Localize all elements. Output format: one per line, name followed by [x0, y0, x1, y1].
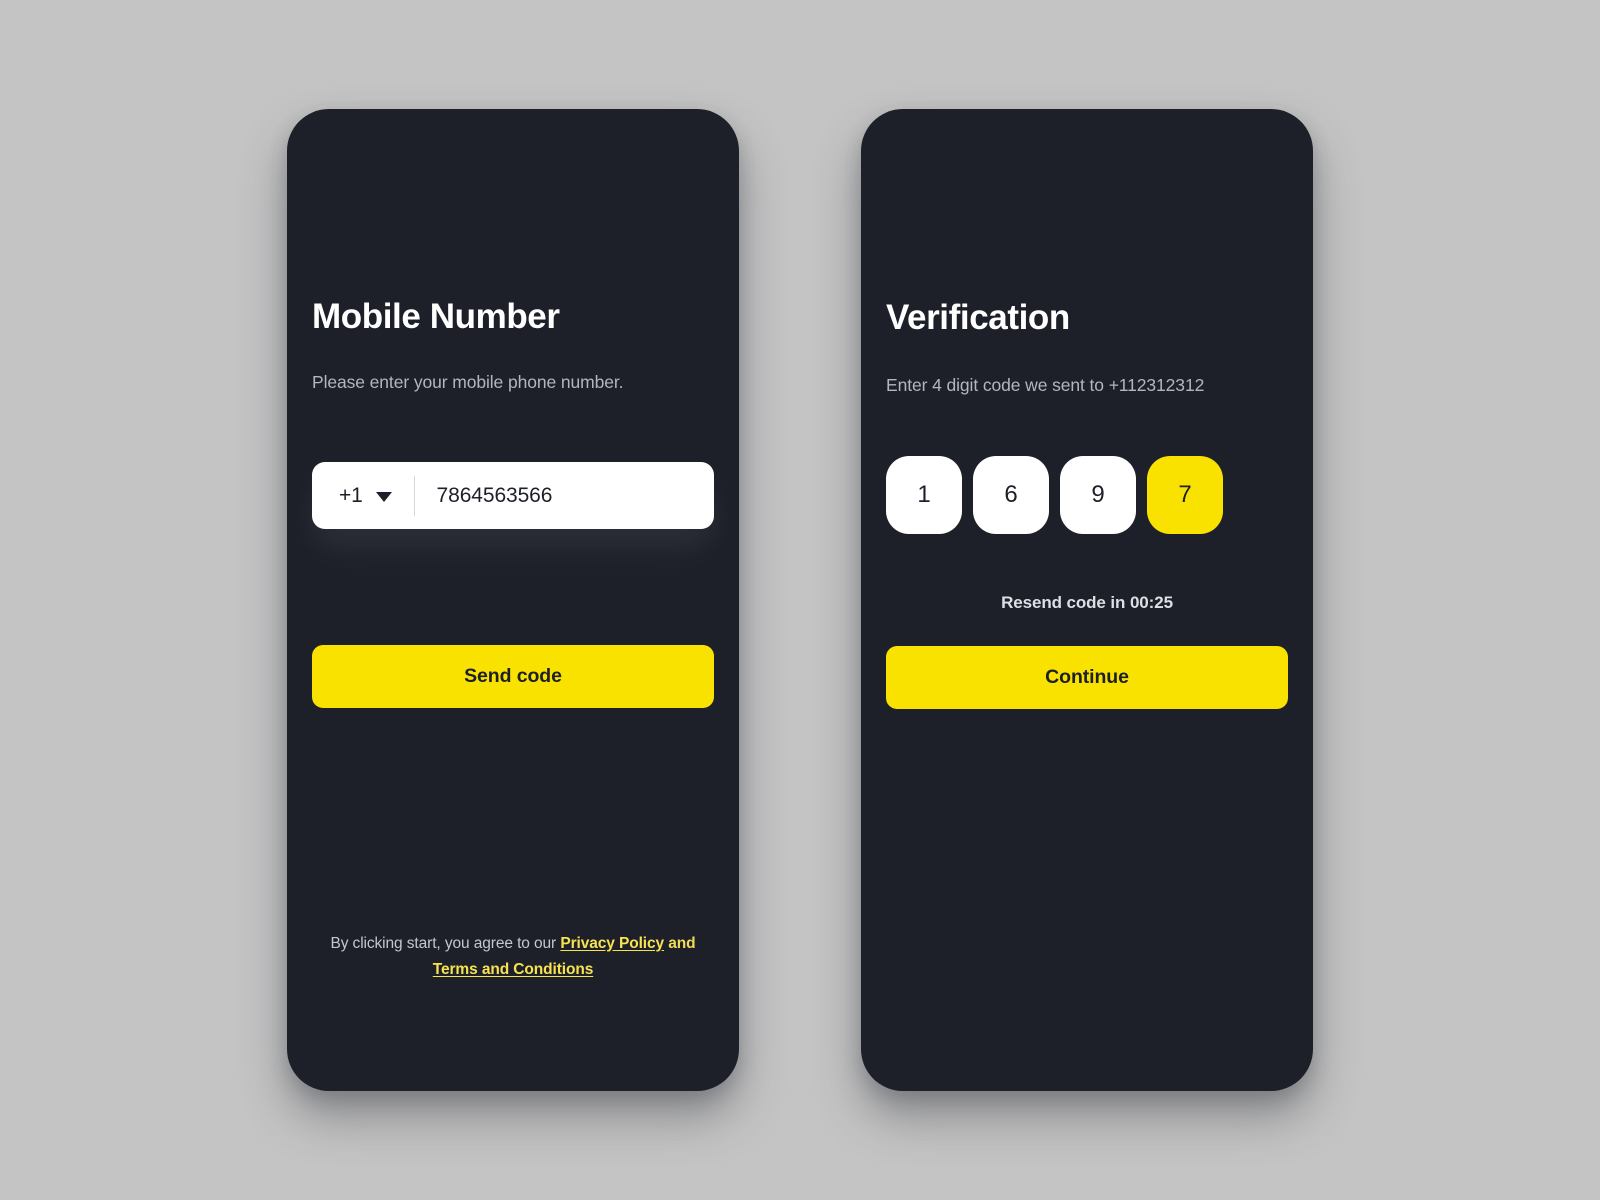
page-subtitle: Please enter your mobile phone number.: [312, 372, 624, 392]
send-code-button[interactable]: Send code: [312, 645, 714, 708]
page-title: Verification: [886, 298, 1070, 337]
legal-prefix: By clicking start, you agree to our: [330, 934, 561, 952]
mobile-number-content: Mobile Number Please enter your mobile p…: [312, 109, 730, 1091]
phone-number-input[interactable]: [414, 462, 730, 529]
otp-digit-1[interactable]: 1: [886, 456, 962, 534]
resend-code-timer: Resend code in 00:25: [1001, 593, 1173, 612]
legal-conjunction: and: [664, 934, 696, 952]
privacy-policy-link[interactable]: Privacy Policy: [560, 935, 664, 952]
otp-digit-2[interactable]: 6: [973, 456, 1049, 534]
otp-digit-3[interactable]: 9: [1060, 456, 1136, 534]
otp-digit-4[interactable]: 7: [1147, 456, 1223, 534]
country-code-value: +1: [339, 483, 363, 507]
page-subtitle: Enter 4 digit code we sent to +112312312: [886, 375, 1205, 395]
phone-input-group: +1: [312, 462, 730, 529]
continue-button[interactable]: Continue: [886, 646, 1288, 709]
chevron-down-icon: [375, 491, 392, 502]
screens-stage: Mobile Number Please enter your mobile p…: [0, 0, 1600, 1200]
verification-content: Verification Enter 4 digit code we sent …: [886, 109, 1288, 1091]
verification-screen: Verification Enter 4 digit code we sent …: [861, 109, 1313, 1091]
legal-disclaimer: By clicking start, you agree to our Priv…: [312, 931, 714, 983]
page-title: Mobile Number: [312, 297, 560, 336]
mobile-number-screen: Mobile Number Please enter your mobile p…: [287, 109, 739, 1091]
terms-and-conditions-link[interactable]: Terms and Conditions: [433, 961, 594, 978]
otp-input-group: 1 6 9 7: [886, 456, 1223, 534]
country-code-select[interactable]: +1: [312, 462, 414, 529]
